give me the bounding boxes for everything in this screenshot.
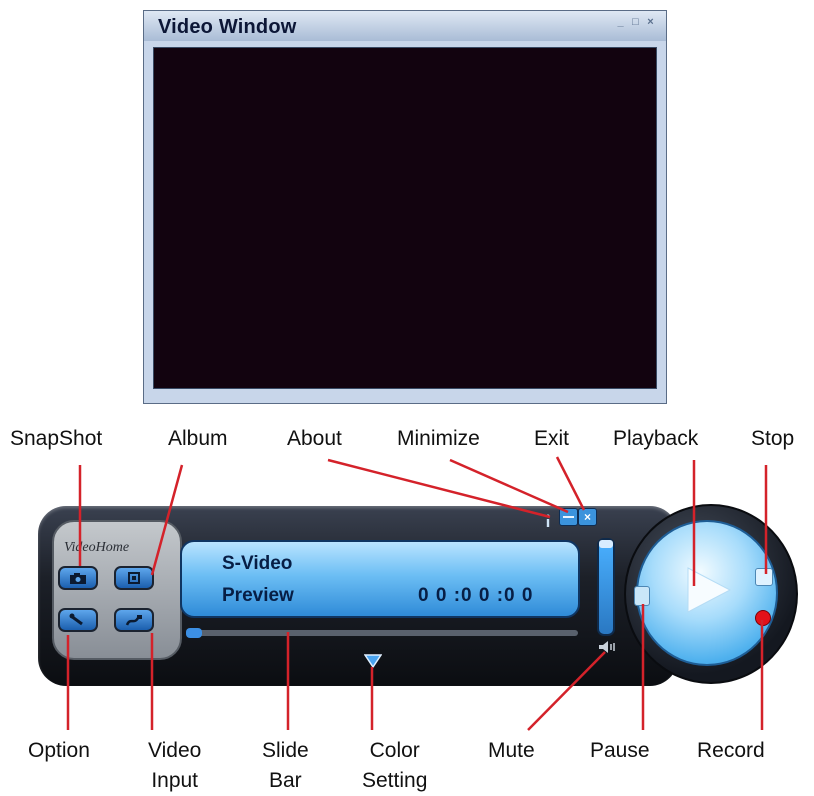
label-album: Album bbox=[168, 427, 228, 450]
label-option: Option bbox=[28, 739, 90, 762]
exit-button[interactable]: × bbox=[578, 508, 597, 526]
label-slide-bar: Slide Bar bbox=[262, 736, 309, 796]
mute-icon[interactable] bbox=[598, 640, 616, 654]
about-icon[interactable] bbox=[545, 514, 551, 528]
label-minimize: Minimize bbox=[397, 427, 480, 450]
label-stop: Stop bbox=[751, 427, 795, 450]
label-about: About bbox=[287, 427, 342, 450]
label-video-input-line1: Video bbox=[148, 739, 202, 762]
label-color-setting-line2: Setting bbox=[362, 769, 428, 792]
video-window-title: Video Window bbox=[158, 16, 297, 38]
album-button[interactable] bbox=[114, 566, 154, 590]
window-minimize-button[interactable]: _ bbox=[615, 17, 626, 28]
mode-text: Preview bbox=[222, 585, 294, 606]
brand-logo: VideoHome bbox=[64, 540, 130, 555]
label-pause: Pause bbox=[590, 739, 650, 762]
stop-button[interactable] bbox=[755, 568, 773, 586]
video-window: Video Window _ □ × bbox=[143, 10, 667, 404]
label-snapshot: SnapShot bbox=[10, 427, 103, 450]
label-color-setting-line1: Color bbox=[369, 739, 420, 762]
video-window-controls: _ □ × bbox=[615, 17, 656, 28]
slide-bar[interactable] bbox=[186, 630, 578, 636]
color-setting-button[interactable] bbox=[364, 654, 382, 668]
record-button[interactable] bbox=[755, 610, 771, 626]
option-button[interactable] bbox=[58, 608, 98, 632]
video-screen bbox=[153, 47, 657, 389]
label-record: Record bbox=[697, 739, 765, 762]
volume-slider[interactable] bbox=[597, 538, 615, 636]
wrench-icon bbox=[69, 613, 83, 626]
pause-button[interactable] bbox=[634, 586, 650, 606]
playback-button[interactable] bbox=[684, 566, 732, 614]
camera-icon bbox=[70, 573, 86, 584]
label-playback: Playback bbox=[613, 427, 699, 450]
label-video-input: Video Input bbox=[148, 736, 201, 796]
minimize-button[interactable] bbox=[559, 508, 578, 526]
label-slide-bar-line2: Bar bbox=[269, 769, 302, 792]
label-video-input-line2: Input bbox=[151, 769, 199, 792]
video-window-titlebar[interactable]: Video Window _ □ × bbox=[144, 11, 666, 41]
label-mute: Mute bbox=[488, 739, 535, 762]
label-color-setting: Color Setting bbox=[362, 736, 427, 796]
cable-icon bbox=[125, 615, 142, 626]
snapshot-button[interactable] bbox=[58, 566, 98, 590]
volume-knob[interactable] bbox=[599, 540, 613, 548]
label-exit: Exit bbox=[534, 427, 570, 450]
video-input-button[interactable] bbox=[114, 608, 154, 632]
window-close-button[interactable]: × bbox=[645, 17, 656, 28]
status-display: S-Video Preview 0 0 :0 0 :0 0 bbox=[180, 540, 580, 618]
label-slide-bar-line1: Slide bbox=[262, 739, 309, 762]
input-source-text: S-Video bbox=[222, 553, 293, 574]
album-icon bbox=[128, 572, 140, 584]
slide-bar-thumb[interactable] bbox=[186, 628, 202, 638]
window-maximize-button[interactable]: □ bbox=[630, 17, 641, 28]
minimize-icon bbox=[563, 516, 574, 518]
timecode: 0 0 :0 0 :0 0 bbox=[418, 585, 534, 606]
